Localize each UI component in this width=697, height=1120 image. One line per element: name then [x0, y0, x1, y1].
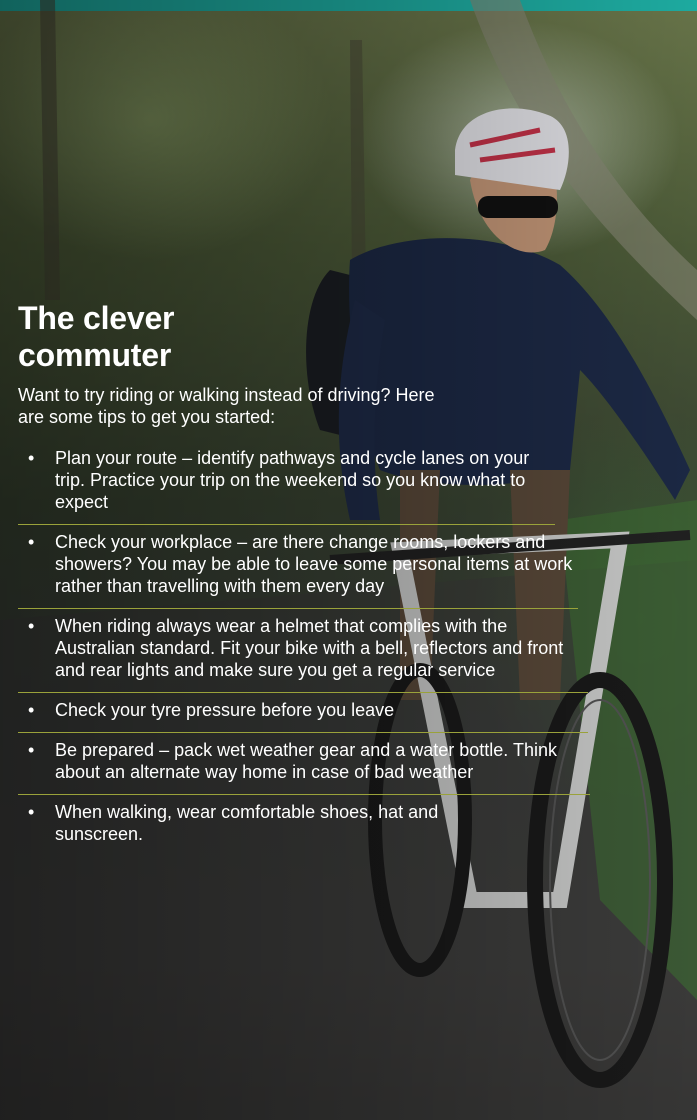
- bullet-icon: •: [28, 616, 35, 636]
- bullet-icon: •: [28, 740, 35, 760]
- tip-text: When walking, wear comfortable shoes, ha…: [55, 802, 439, 844]
- tip-item: • Be prepared – pack wet weather gear and…: [18, 733, 590, 795]
- article-content: The clever commuter Want to try riding o…: [18, 300, 608, 856]
- tip-text: Check your tyre pressure before you leav…: [55, 700, 395, 720]
- bullet-icon: •: [28, 802, 35, 822]
- bullet-icon: •: [28, 532, 35, 552]
- tip-text: Plan your route – identify pathways and …: [55, 448, 530, 512]
- tip-item: • When riding always wear a helmet that c…: [18, 609, 588, 693]
- tip-text: When riding always wear a helmet that co…: [55, 616, 564, 680]
- tip-item: • Plan your route – identify pathways and…: [18, 441, 555, 525]
- tip-text: Be prepared – pack wet weather gear and …: [55, 740, 557, 782]
- tip-item: • Check your tyre pressure before you lea…: [18, 693, 588, 733]
- tip-item: • Check your workplace – are there change…: [18, 525, 578, 609]
- poster: The clever commuter Want to try riding o…: [0, 0, 697, 1120]
- tip-item: • When walking, wear comfortable shoes, h…: [18, 795, 525, 856]
- tips-list: • Plan your route – identify pathways and…: [18, 441, 608, 856]
- bullet-icon: •: [28, 700, 35, 720]
- tip-text: Check your workplace – are there change …: [55, 532, 573, 596]
- article-intro: Want to try riding or walking instead of…: [18, 385, 435, 427]
- bullet-icon: •: [28, 448, 35, 468]
- article-title: The clever commuter: [18, 300, 175, 373]
